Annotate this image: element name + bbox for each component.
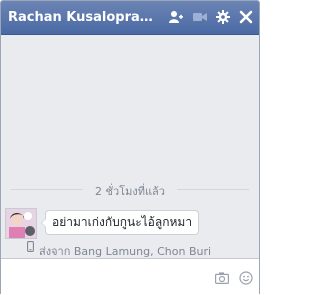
message-composer[interactable] bbox=[1, 258, 259, 295]
chat-header[interactable]: Rachan Kusaloprasert bbox=[1, 1, 259, 35]
sender-avatar[interactable] bbox=[5, 208, 37, 239]
settings-gear-icon[interactable] bbox=[216, 10, 230, 24]
emoji-icon[interactable] bbox=[239, 271, 253, 285]
camera-icon[interactable] bbox=[215, 271, 229, 285]
close-icon[interactable] bbox=[239, 10, 253, 24]
add-friend-icon[interactable] bbox=[169, 10, 183, 24]
chat-window: Rachan Kusaloprasert 2 ชั่วโมงที่แล้ว อย… bbox=[0, 0, 260, 295]
message-bubble: อย่ามาเก่งกับกูนะไอ้ลูกหมา bbox=[40, 210, 200, 235]
message-input[interactable] bbox=[7, 267, 207, 287]
mobile-phone-icon bbox=[27, 241, 34, 252]
video-call-icon[interactable] bbox=[193, 10, 207, 24]
chat-title[interactable]: Rachan Kusaloprasert bbox=[8, 10, 156, 25]
message-timestamp: 2 ชั่วโมงที่แล้ว bbox=[95, 185, 165, 198]
